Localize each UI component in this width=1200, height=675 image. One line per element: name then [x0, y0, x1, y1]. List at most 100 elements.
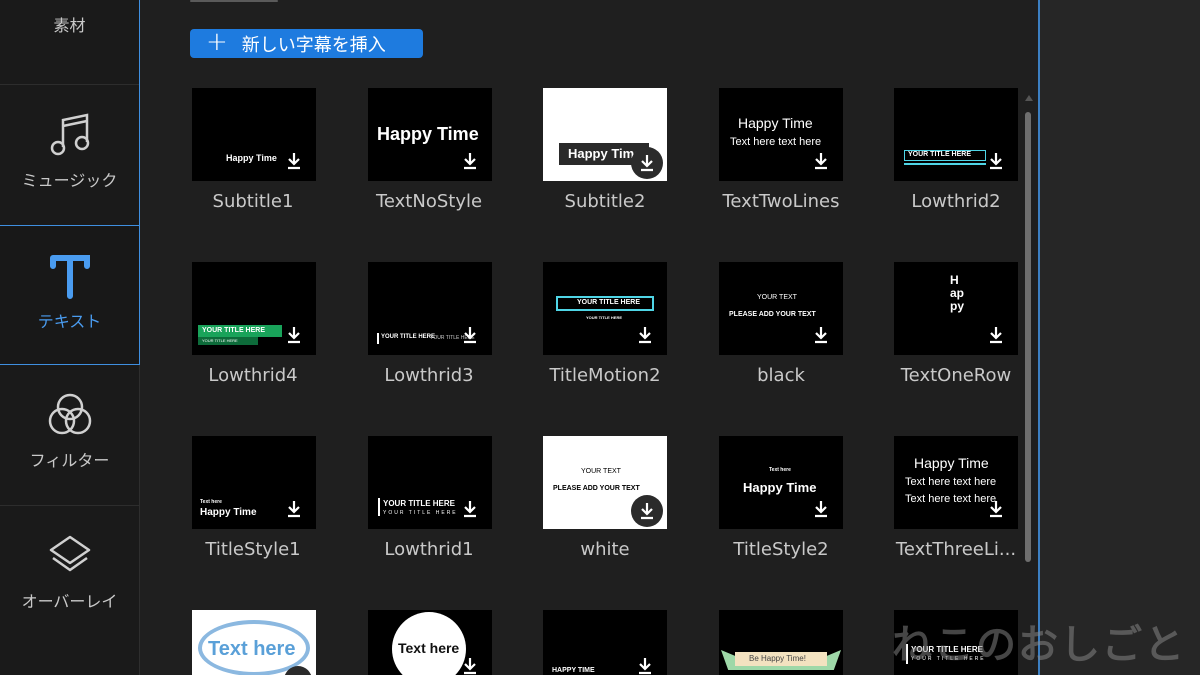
template-thumb-texttwolines[interactable]: Happy Time Text here text here [719, 88, 843, 181]
template-thumb-black[interactable]: YOUR TEXT PLEASE ADD YOUR TEXT [719, 262, 843, 355]
preview-text: YOUR TITLE HERE [586, 315, 623, 320]
filter-circles-icon [47, 389, 93, 441]
template-thumb-happytime[interactable]: HAPPY TIME [543, 610, 667, 675]
sidebar-item-label: オーバーレイ [21, 592, 118, 611]
download-icon[interactable] [462, 326, 478, 344]
download-icon[interactable] [462, 500, 478, 518]
music-note-icon [49, 109, 91, 161]
download-icon[interactable] [813, 500, 829, 518]
template-thumb-bubble[interactable]: Text here [192, 610, 316, 675]
download-icon[interactable] [286, 152, 302, 170]
preview-text: Text here [769, 467, 791, 473]
watermark: ねこのおしごと [892, 622, 1186, 668]
text-t-icon [49, 250, 90, 302]
template-thumb-lowthrid2[interactable]: YOUR TITLE HERE [894, 88, 1018, 181]
left-sidebar: 素材 ミュージック テキスト フィルター オーバーレイ [0, 0, 140, 675]
download-icon[interactable] [637, 657, 653, 675]
download-icon[interactable] [813, 326, 829, 344]
template-thumb-titlestyle2[interactable]: Text here Happy Time [719, 436, 843, 529]
preview-text: PLEASE ADD YOUR TEXT [729, 311, 816, 318]
download-icon[interactable] [286, 500, 302, 518]
sidebar-item-media[interactable]: 素材 [0, 0, 140, 70]
template-name: Lowthrid4 [208, 365, 298, 386]
template-thumb-textonerow[interactable]: Happy [894, 262, 1018, 355]
template-name: black [757, 365, 805, 386]
template-thumb-circle[interactable]: Text here [368, 610, 492, 675]
template-thumb-titlemotion2[interactable]: YOUR TITLE HERE YOUR TITLE HERE [543, 262, 667, 355]
download-icon[interactable] [462, 152, 478, 170]
preview-text: YOUR TITLE HERE [383, 499, 456, 508]
scroll-up-arrow-icon[interactable] [1025, 95, 1033, 101]
template-thumb-white[interactable]: YOUR TEXT PLEASE ADD YOUR TEXT [543, 436, 667, 529]
template-name: Subtitle1 [212, 191, 294, 212]
add-subtitle-label: 新しい字幕を挿入 [241, 34, 386, 56]
preview-text: Happy Time [226, 153, 277, 163]
sidebar-item-text[interactable]: テキスト [0, 225, 140, 365]
template-thumb-subtitle1[interactable]: Happy Time [192, 88, 316, 181]
sidebar-item-music[interactable]: ミュージック [0, 85, 140, 225]
template-name: TitleMotion2 [549, 365, 661, 386]
template-name: Lowthrid1 [384, 539, 474, 560]
preview-text: Happy Time [377, 124, 479, 144]
download-icon[interactable] [813, 152, 829, 170]
preview-text: YOUR TITLE HERE [908, 151, 972, 158]
template-thumb-lowthrid1[interactable]: YOUR TITLE HERE YOUR TITLE HERE [368, 436, 492, 529]
template-thumb-textthreelines[interactable]: Happy Time Text here text here Text here… [894, 436, 1018, 529]
download-button[interactable] [631, 147, 663, 179]
preview-text: YOUR TITLE HERE [577, 299, 641, 306]
overlay-layers-icon [47, 530, 93, 582]
preview-text: Happy Time [743, 480, 817, 495]
download-button[interactable] [631, 495, 663, 527]
preview-text: YOUR TITLE HERE [381, 334, 436, 340]
preview-text: Happy Time [914, 455, 989, 471]
template-name: white [580, 539, 630, 560]
template-name: Lowthrid2 [911, 191, 1001, 212]
template-thumb-subtitle2[interactable]: Happy Time [543, 88, 667, 181]
template-name: Lowthrid3 [384, 365, 474, 386]
preview-text: Happy Time [738, 115, 813, 131]
preview-text: HAPPY TIME [552, 667, 595, 674]
template-name: TextNoStyle [375, 191, 483, 212]
preview-text: Text here [208, 638, 296, 660]
preview-text: Text here [200, 499, 222, 505]
plus-icon: + [206, 27, 228, 57]
scrollbar-thumb[interactable] [1025, 112, 1031, 562]
preview-text: Text here text here [905, 493, 997, 505]
template-name: TextTwoLines [722, 191, 840, 212]
download-icon[interactable] [988, 326, 1004, 344]
media-icon [46, 0, 94, 6]
scroll-hint [190, 0, 278, 2]
preview-text: YOUR TITLE HERE [202, 338, 238, 343]
download-icon[interactable] [462, 657, 478, 675]
preview-text: YOUR TITLE HERE [383, 510, 458, 516]
template-name: Subtitle2 [564, 191, 646, 212]
template-thumb-lowthrid4[interactable]: YOUR TITLE HERE YOUR TITLE HERE [192, 262, 316, 355]
sidebar-item-label: フィルター [29, 451, 110, 470]
add-subtitle-button[interactable]: + 新しい字幕を挿入 [190, 29, 423, 58]
preview-text: Happy [950, 273, 965, 313]
sidebar-item-filter[interactable]: フィルター [0, 365, 140, 505]
preview-text: Text here [398, 640, 460, 656]
template-thumb-titlestyle1[interactable]: Text here Happy Time [192, 436, 316, 529]
sidebar-item-label: 素材 [53, 16, 86, 35]
download-icon[interactable] [988, 152, 1004, 170]
preview-text: YOUR TEXT [757, 294, 797, 301]
preview-text: PLEASE ADD YOUR TEXT [553, 485, 640, 492]
template-thumb-lowthrid3[interactable]: YOUR TITLE HERE YOUR TITLE HERE [368, 262, 492, 355]
template-name: TitleStyle1 [205, 539, 301, 560]
preview-text: YOUR TEXT [581, 468, 621, 475]
preview-text: Text here text here [730, 136, 822, 148]
sidebar-item-overlay[interactable]: オーバーレイ [0, 506, 140, 646]
right-pane [1040, 0, 1200, 675]
preview-text: Text here text here [905, 476, 997, 488]
template-name: TitleStyle2 [733, 539, 829, 560]
template-thumb-ribbon[interactable]: Be Happy Time! [719, 610, 843, 675]
download-icon [641, 155, 653, 172]
download-icon[interactable] [637, 326, 653, 344]
template-name: TextOneRow [900, 365, 1012, 386]
download-icon[interactable] [286, 326, 302, 344]
template-thumb-textnostyle[interactable]: Happy Time [368, 88, 492, 181]
preview-text: YOUR TITLE HERE [202, 327, 266, 334]
download-icon[interactable] [988, 500, 1004, 518]
preview-text: Happy Time [200, 507, 257, 518]
